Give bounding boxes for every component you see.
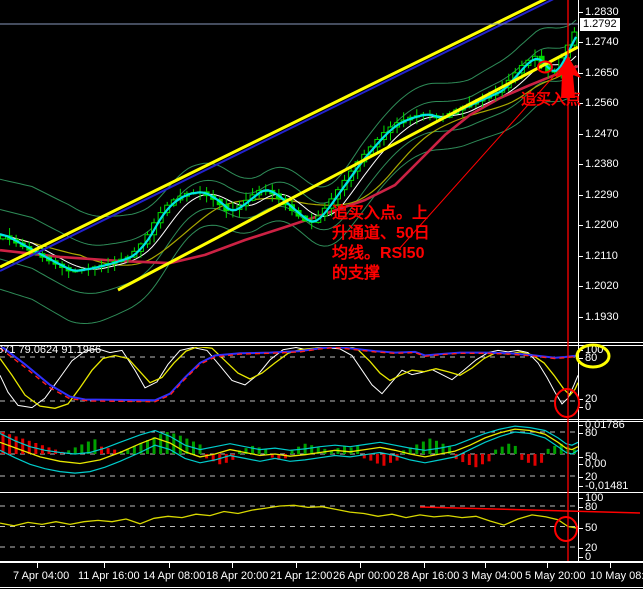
level-label: 80 bbox=[585, 501, 598, 513]
stochastic-panel[interactable] bbox=[0, 347, 578, 419]
price-label: 1.2020 bbox=[585, 280, 619, 292]
time-label: 10 May 08:0 bbox=[590, 570, 643, 582]
price-label: 1.2830 bbox=[585, 6, 619, 18]
level-label: 50 bbox=[585, 522, 598, 534]
price-axis[interactable]: 1.2792 1.2830 1.2740 1.2650 1.2560 1.2470 1.2… bbox=[578, 0, 643, 563]
annotation-note-line: 升通道、50日 bbox=[332, 225, 430, 242]
price-label: 1.2290 bbox=[585, 189, 619, 201]
annotation-note-line: 的支撑 bbox=[332, 265, 381, 282]
indicator-values-label: 7671 79.0624 91.1966 bbox=[0, 344, 102, 356]
time-label: 5 May 20:00 bbox=[525, 570, 586, 582]
time-axis[interactable]: 7 Apr 04:00 11 Apr 16:00 14 Apr 08:00 18 Ap… bbox=[0, 563, 643, 589]
annotation-note-line: 追买入点。上 bbox=[332, 205, 429, 222]
level-label: -0,01481 bbox=[585, 480, 629, 492]
time-label: 18 Apr 20:00 bbox=[206, 570, 269, 582]
level-label: 0,00 bbox=[585, 458, 607, 470]
time-label: 7 Apr 04:00 bbox=[13, 570, 70, 582]
level-label: 0 bbox=[585, 401, 592, 413]
current-price-badge: 1.2792 bbox=[580, 18, 620, 31]
time-label: 14 Apr 08:00 bbox=[143, 570, 206, 582]
annotation-note-line: 均线。RSI50 bbox=[332, 245, 425, 262]
osma-panel[interactable] bbox=[0, 422, 578, 492]
main-price-chart[interactable] bbox=[0, 0, 578, 343]
time-label: 3 May 04:00 bbox=[462, 570, 523, 582]
price-label: 1.2560 bbox=[585, 97, 619, 109]
trading-chart-window: 1.2792 1.2830 1.2740 1.2650 1.2560 1.2470 1.2… bbox=[0, 0, 643, 589]
rsi-panel[interactable] bbox=[0, 494, 578, 561]
price-label: 1.2650 bbox=[585, 67, 619, 79]
level-label: 0 bbox=[585, 551, 592, 563]
annotation-note: 追买入点。上 升通道、50日 均线。RSI50 的支撑 bbox=[332, 204, 430, 284]
time-label: 11 Apr 16:00 bbox=[78, 570, 140, 582]
price-label: 1.2740 bbox=[585, 36, 619, 48]
panel-separator bbox=[0, 419, 643, 420]
panel-separator bbox=[0, 492, 643, 493]
price-label: 1.2380 bbox=[585, 158, 619, 170]
time-label: 21 Apr 12:00 bbox=[270, 570, 333, 582]
time-label: 26 Apr 00:00 bbox=[333, 570, 396, 582]
price-label: 1.2470 bbox=[585, 128, 619, 140]
price-label: 1.2110 bbox=[585, 250, 618, 262]
price-label: 1.1930 bbox=[585, 311, 619, 323]
level-label: 80 bbox=[585, 352, 598, 364]
panel-separator bbox=[0, 421, 643, 422]
time-label: 28 Apr 16:00 bbox=[397, 570, 460, 582]
level-label: 80 bbox=[585, 427, 598, 439]
annotation-buy-point-label: 追买入点 bbox=[521, 91, 582, 108]
price-label: 1.2200 bbox=[585, 219, 619, 231]
panel-separator bbox=[0, 342, 643, 343]
